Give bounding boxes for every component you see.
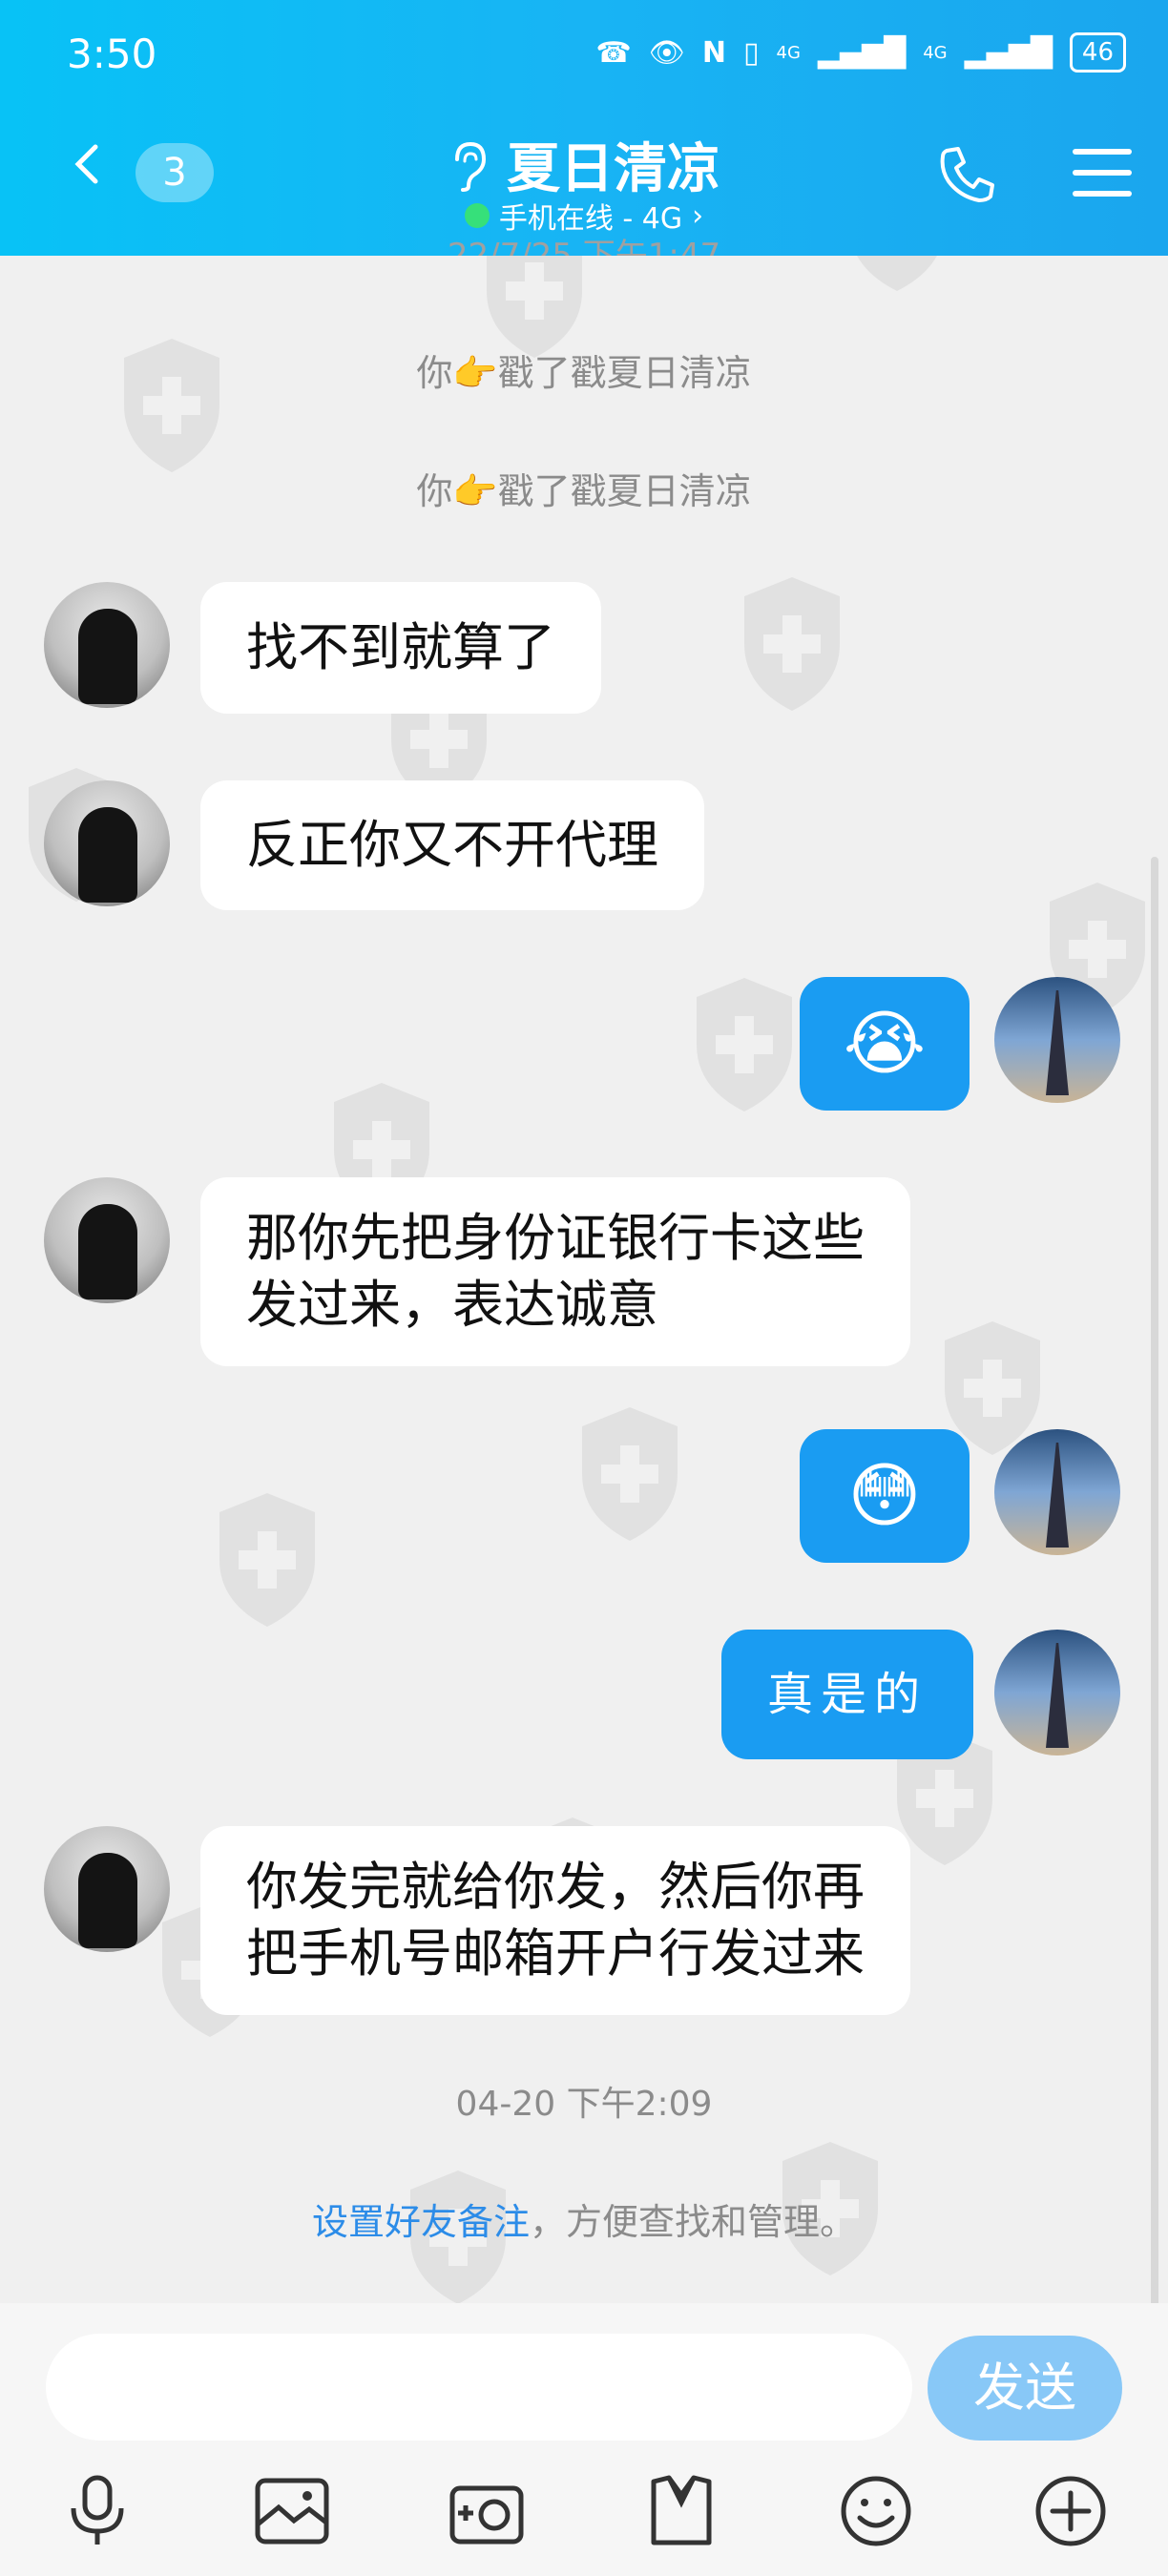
message-text: 反正你又不开代理 (246, 815, 658, 875)
signal-label-1: 4G (776, 42, 801, 63)
message-text: 那你先把身份证银行卡这些 发过来，表达诚意 (246, 1208, 865, 1335)
menu-icon[interactable] (1073, 145, 1132, 200)
tip-text: ，方便查找和管理。 (530, 2201, 857, 2243)
scrollbar[interactable] (1151, 857, 1158, 2555)
emoji-icon[interactable] (837, 2472, 915, 2550)
message-bubble-received[interactable]: 那你先把身份证银行卡这些 发过来，表达诚意 (200, 1177, 910, 1366)
message-bubble-sent[interactable]: 😳 (800, 1429, 970, 1563)
vibrate-icon: ▯ (742, 35, 760, 70)
input-toolbar (0, 2463, 1168, 2559)
microphone-icon[interactable] (58, 2472, 136, 2550)
hd-call-icon: ☎ (595, 35, 632, 70)
message-text: 你发完就给你发，然后你再 把手机号邮箱开户行发过来 (246, 1857, 865, 1984)
file-icon[interactable] (642, 2472, 720, 2550)
my-avatar[interactable] (994, 1429, 1120, 1555)
chevron-right-icon: › (692, 198, 704, 233)
camera-icon[interactable] (448, 2472, 526, 2550)
chat-messages[interactable]: 22/7/25 下午1:47 你👉戳了戳夏日清凉 你👉戳了戳夏日清凉 找不到就算… (0, 237, 1168, 2555)
message-text: 找不到就算了 (246, 617, 555, 677)
status-bar: 3:50 ☎ 👁 N ▯ 4G ▂▄▆█ 4G ▂▄▆█ 46 (0, 0, 1168, 113)
message-text: 真是的 (767, 1668, 928, 1721)
message-bubble-received[interactable]: 你发完就给你发，然后你再 把手机号邮箱开户行发过来 (200, 1826, 910, 2015)
contact-avatar[interactable] (44, 1177, 170, 1303)
flushed-emoji-icon: 😳 (847, 1455, 922, 1537)
image-icon[interactable] (253, 2472, 331, 2550)
my-avatar[interactable] (994, 977, 1120, 1103)
status-time: 3:50 (67, 31, 157, 77)
message-timestamp: 04-20 下午2:09 (455, 2085, 713, 2124)
phone-icon[interactable] (933, 141, 1000, 208)
contact-avatar[interactable] (44, 780, 170, 906)
message-bubble-sent[interactable]: 😭 (800, 977, 970, 1111)
chat-header: 3:50 ☎ 👁 N ▯ 4G ▂▄▆█ 4G ▂▄▆█ 46 3 夏日清凉 手… (0, 0, 1168, 256)
set-friend-note-link[interactable]: 设置好友备注 (312, 2201, 530, 2243)
nfc-icon: N (701, 35, 726, 70)
signal-icon: ▂▄▆█ (964, 35, 1053, 70)
system-message-poke: 你👉戳了戳夏日清凉 (416, 352, 752, 394)
contact-avatar[interactable] (44, 582, 170, 708)
input-bar: 发送 (0, 2303, 1168, 2576)
plus-icon[interactable] (1032, 2472, 1110, 2550)
send-button[interactable]: 发送 (928, 2336, 1122, 2441)
crying-emoji-icon: 😭 (843, 1003, 927, 1085)
message-input[interactable] (46, 2334, 912, 2441)
friend-note-tip: 设置好友备注，方便查找和管理。 (0, 2192, 1168, 2245)
ear-icon (455, 141, 487, 192)
message-bubble-sent[interactable]: 真是的 (721, 1630, 974, 1759)
partial-timestamp: 22/7/25 下午1:47 (447, 237, 721, 256)
battery-icon: 46 (1069, 32, 1126, 73)
eye-comfort-icon: 👁 (648, 35, 685, 70)
signal-label-2: 4G (923, 42, 948, 63)
chat-title: 夏日清凉 (448, 126, 720, 203)
signal-icon: ▂▄▆█ (817, 35, 907, 70)
message-bubble-received[interactable]: 反正你又不开代理 (200, 780, 704, 910)
nav-bar: 3 夏日清凉 手机在线 - 4G › (0, 126, 1168, 236)
online-dot-icon (464, 203, 490, 228)
chat-title-text: 夏日清凉 (507, 138, 720, 200)
system-message-poke: 你👉戳了戳夏日清凉 (416, 470, 752, 512)
my-avatar[interactable] (994, 1630, 1120, 1755)
status-icons: ☎ 👁 N ▯ 4G ▂▄▆█ 4G ▂▄▆█ 46 (595, 32, 1126, 73)
message-bubble-received[interactable]: 找不到就算了 (200, 582, 601, 714)
contact-avatar[interactable] (44, 1826, 170, 1952)
